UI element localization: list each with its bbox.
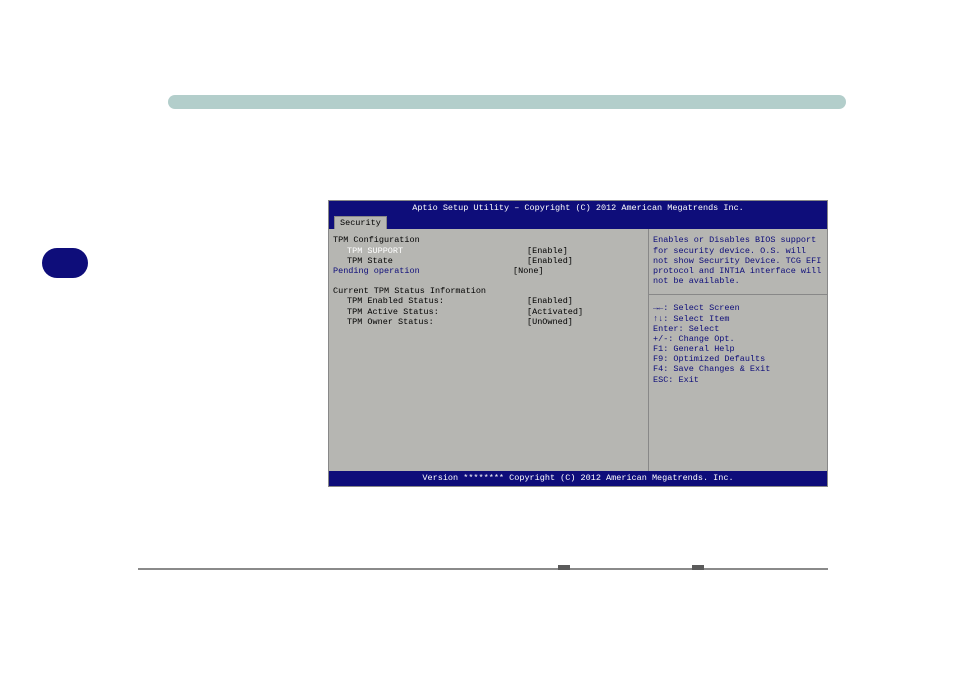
bios-tab-bar: Security [329,215,827,229]
label-enabled-status: TPM Enabled Status: [333,296,527,306]
label-owner-status: TPM Owner Status: [333,317,527,327]
help-divider [649,294,827,295]
nav-f4: F4: Save Changes & Exit [653,364,823,374]
bios-window: Aptio Setup Utility – Copyright (C) 2012… [328,200,828,487]
divider-mark-1 [558,565,570,570]
bios-footer: Version ******** Copyright (C) 2012 Amer… [329,471,827,485]
nav-f1: F1: General Help [653,344,823,354]
value-enabled-status: [Enabled] [527,296,573,306]
nav-enter: Enter: Select [653,324,823,334]
rounded-bar [168,95,846,109]
status-title: Current TPM Status Information [333,286,644,296]
divider-mark-2 [692,565,704,570]
item-tpm-state[interactable]: TPM State [333,256,527,266]
nav-select-screen: →←: Select Screen [653,303,823,313]
tab-security[interactable]: Security [334,216,387,229]
nav-f9: F9: Optimized Defaults [653,354,823,364]
bios-title: Aptio Setup Utility – Copyright (C) 2012… [329,201,827,215]
item-tpm-support[interactable]: TPM SUPPORT [333,246,527,256]
nav-esc: ESC: Exit [653,375,823,385]
value-tpm-support: [Enable] [527,246,568,256]
label-active-status: TPM Active Status: [333,307,527,317]
value-tpm-state: [Enabled] [527,256,573,266]
bios-main-panel: TPM Configuration TPM SUPPORT[Enable] TP… [329,229,649,471]
nav-select-item: ↑↓: Select Item [653,314,823,324]
bios-help-panel: Enables or Disables BIOS support for sec… [649,229,827,471]
value-pending-operation: [None] [513,266,544,276]
item-pending-operation[interactable]: Pending operation [333,266,513,276]
help-text: Enables or Disables BIOS support for sec… [653,235,823,286]
note-pill [42,248,88,278]
nav-change-opt: +/-: Change Opt. [653,334,823,344]
value-owner-status: [UnOwned] [527,317,573,327]
divider [138,568,828,570]
value-active-status: [Activated] [527,307,583,317]
section-title: TPM Configuration [333,235,644,245]
